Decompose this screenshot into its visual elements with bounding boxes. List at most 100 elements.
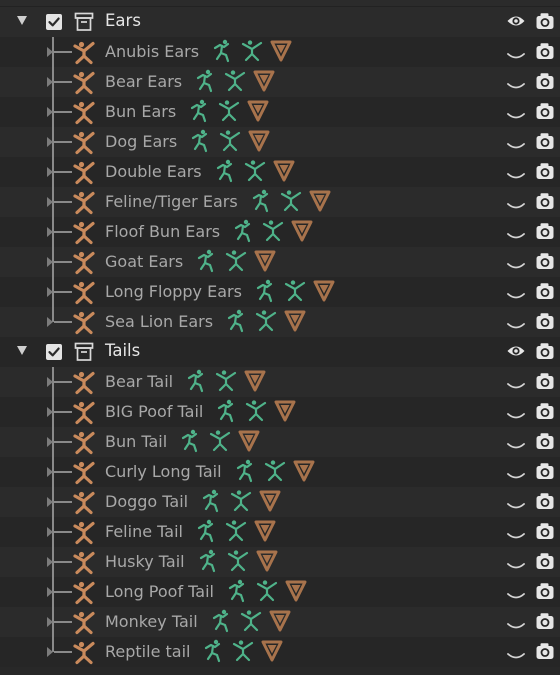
vertex-group-icon[interactable] (246, 99, 270, 127)
pose-icon[interactable] (194, 69, 218, 97)
armature-data-icon[interactable] (261, 219, 285, 247)
vertex-group-icon[interactable] (247, 129, 271, 157)
object-row[interactable]: BIG Poof Tail (0, 397, 560, 427)
object-row[interactable]: Feline Tail (0, 517, 560, 547)
object-label[interactable]: Bear Tail (105, 372, 173, 391)
pose-icon[interactable] (195, 249, 219, 277)
vertex-group-icon[interactable] (255, 549, 279, 577)
pose-icon[interactable] (179, 429, 203, 457)
armature-icon[interactable] (72, 521, 96, 549)
collection-label[interactable]: Ears (105, 11, 141, 30)
object-label[interactable]: BIG Poof Tail (105, 402, 203, 421)
armature-data-icon[interactable] (255, 579, 279, 607)
hide-in-viewport-icon[interactable] (506, 527, 526, 546)
armature-icon[interactable] (72, 371, 96, 399)
camera-icon[interactable] (535, 11, 555, 35)
pose-icon[interactable] (185, 369, 209, 397)
object-row[interactable]: Doggo Tail (0, 487, 560, 517)
vertex-group-icon[interactable] (284, 579, 308, 607)
object-label[interactable]: Dog Ears (105, 132, 177, 151)
object-label[interactable]: Long Poof Tail (105, 582, 214, 601)
hide-in-viewport-icon[interactable] (506, 497, 526, 516)
expand-arrow-icon[interactable] (47, 437, 53, 447)
hide-in-viewport-icon[interactable] (506, 287, 526, 306)
checkbox-icon[interactable] (46, 14, 62, 30)
armature-data-icon[interactable] (224, 519, 248, 547)
object-label[interactable]: Feline/Tiger Ears (105, 192, 238, 211)
expand-arrow-icon[interactable] (47, 467, 53, 477)
hide-in-viewport-icon[interactable] (506, 587, 526, 606)
collection-label[interactable]: Tails (105, 341, 140, 360)
armature-data-icon[interactable] (283, 279, 307, 307)
armature-icon[interactable] (72, 251, 96, 279)
hide-in-viewport-icon[interactable] (506, 617, 526, 636)
object-label[interactable]: Bun Ears (105, 102, 176, 121)
armature-icon[interactable] (72, 461, 96, 489)
expand-arrow-icon[interactable] (47, 107, 53, 117)
vertex-group-icon[interactable] (268, 609, 292, 637)
object-label[interactable]: Sea Lion Ears (105, 312, 213, 331)
vertex-group-icon[interactable] (258, 489, 282, 517)
object-label[interactable]: Bun Tail (105, 432, 167, 451)
expand-arrow-icon[interactable] (47, 647, 53, 657)
pose-icon[interactable] (214, 159, 238, 187)
armature-data-icon[interactable] (208, 429, 232, 457)
camera-icon[interactable] (535, 161, 555, 185)
camera-icon[interactable] (535, 281, 555, 305)
hide-in-viewport-icon[interactable] (506, 47, 526, 66)
hide-in-viewport-icon[interactable] (506, 167, 526, 186)
camera-icon[interactable] (535, 221, 555, 245)
pose-icon[interactable] (226, 579, 250, 607)
object-row[interactable]: Floof Bun Ears (0, 217, 560, 247)
vertex-group-icon[interactable] (312, 279, 336, 307)
vertex-group-icon[interactable] (269, 39, 293, 67)
object-label[interactable]: Monkey Tail (105, 612, 198, 631)
armature-icon[interactable] (72, 641, 96, 669)
camera-icon[interactable] (535, 101, 555, 125)
vertex-group-icon[interactable] (243, 369, 267, 397)
object-row[interactable]: Bun Ears (0, 97, 560, 127)
pose-icon[interactable] (211, 39, 235, 67)
vertex-group-icon[interactable] (292, 459, 316, 487)
expand-arrow-icon[interactable] (47, 497, 53, 507)
pose-icon[interactable] (200, 489, 224, 517)
object-row[interactable]: Dog Ears (0, 127, 560, 157)
object-label[interactable]: Floof Bun Ears (105, 222, 220, 241)
vertex-group-icon[interactable] (283, 309, 307, 337)
vertex-group-icon[interactable] (253, 249, 277, 277)
hide-in-viewport-icon[interactable] (506, 107, 526, 126)
pose-icon[interactable] (254, 279, 278, 307)
armature-icon[interactable] (72, 71, 96, 99)
camera-icon[interactable] (535, 341, 555, 365)
pose-icon[interactable] (210, 609, 234, 637)
camera-icon[interactable] (535, 401, 555, 425)
object-row[interactable]: Reptile tail (0, 637, 560, 667)
object-label[interactable]: Goat Ears (105, 252, 183, 271)
object-label[interactable]: Anubis Ears (105, 42, 199, 61)
armature-icon[interactable] (72, 41, 96, 69)
armature-data-icon[interactable] (231, 639, 255, 667)
pose-icon[interactable] (197, 549, 221, 577)
armature-data-icon[interactable] (244, 399, 268, 427)
camera-icon[interactable] (535, 311, 555, 335)
camera-icon[interactable] (535, 191, 555, 215)
hide-in-viewport-icon[interactable] (506, 437, 526, 456)
vertex-group-icon[interactable] (253, 519, 277, 547)
camera-icon[interactable] (535, 461, 555, 485)
expand-arrow-icon[interactable] (47, 137, 53, 147)
expand-arrow-icon[interactable] (47, 557, 53, 567)
object-label[interactable]: Doggo Tail (105, 492, 188, 511)
armature-icon[interactable] (72, 221, 96, 249)
object-row[interactable]: Long Floppy Ears (0, 277, 560, 307)
armature-icon[interactable] (72, 611, 96, 639)
object-label[interactable]: Double Ears (105, 162, 202, 181)
camera-icon[interactable] (535, 581, 555, 605)
expand-arrow-icon[interactable] (47, 167, 53, 177)
pose-icon[interactable] (250, 189, 274, 217)
vertex-group-icon[interactable] (273, 399, 297, 427)
hide-in-viewport-icon[interactable] (506, 467, 526, 486)
pose-icon[interactable] (232, 219, 256, 247)
expand-triangle-icon[interactable] (17, 346, 27, 355)
vertex-group-icon[interactable] (252, 69, 276, 97)
eye-icon[interactable] (506, 343, 526, 363)
